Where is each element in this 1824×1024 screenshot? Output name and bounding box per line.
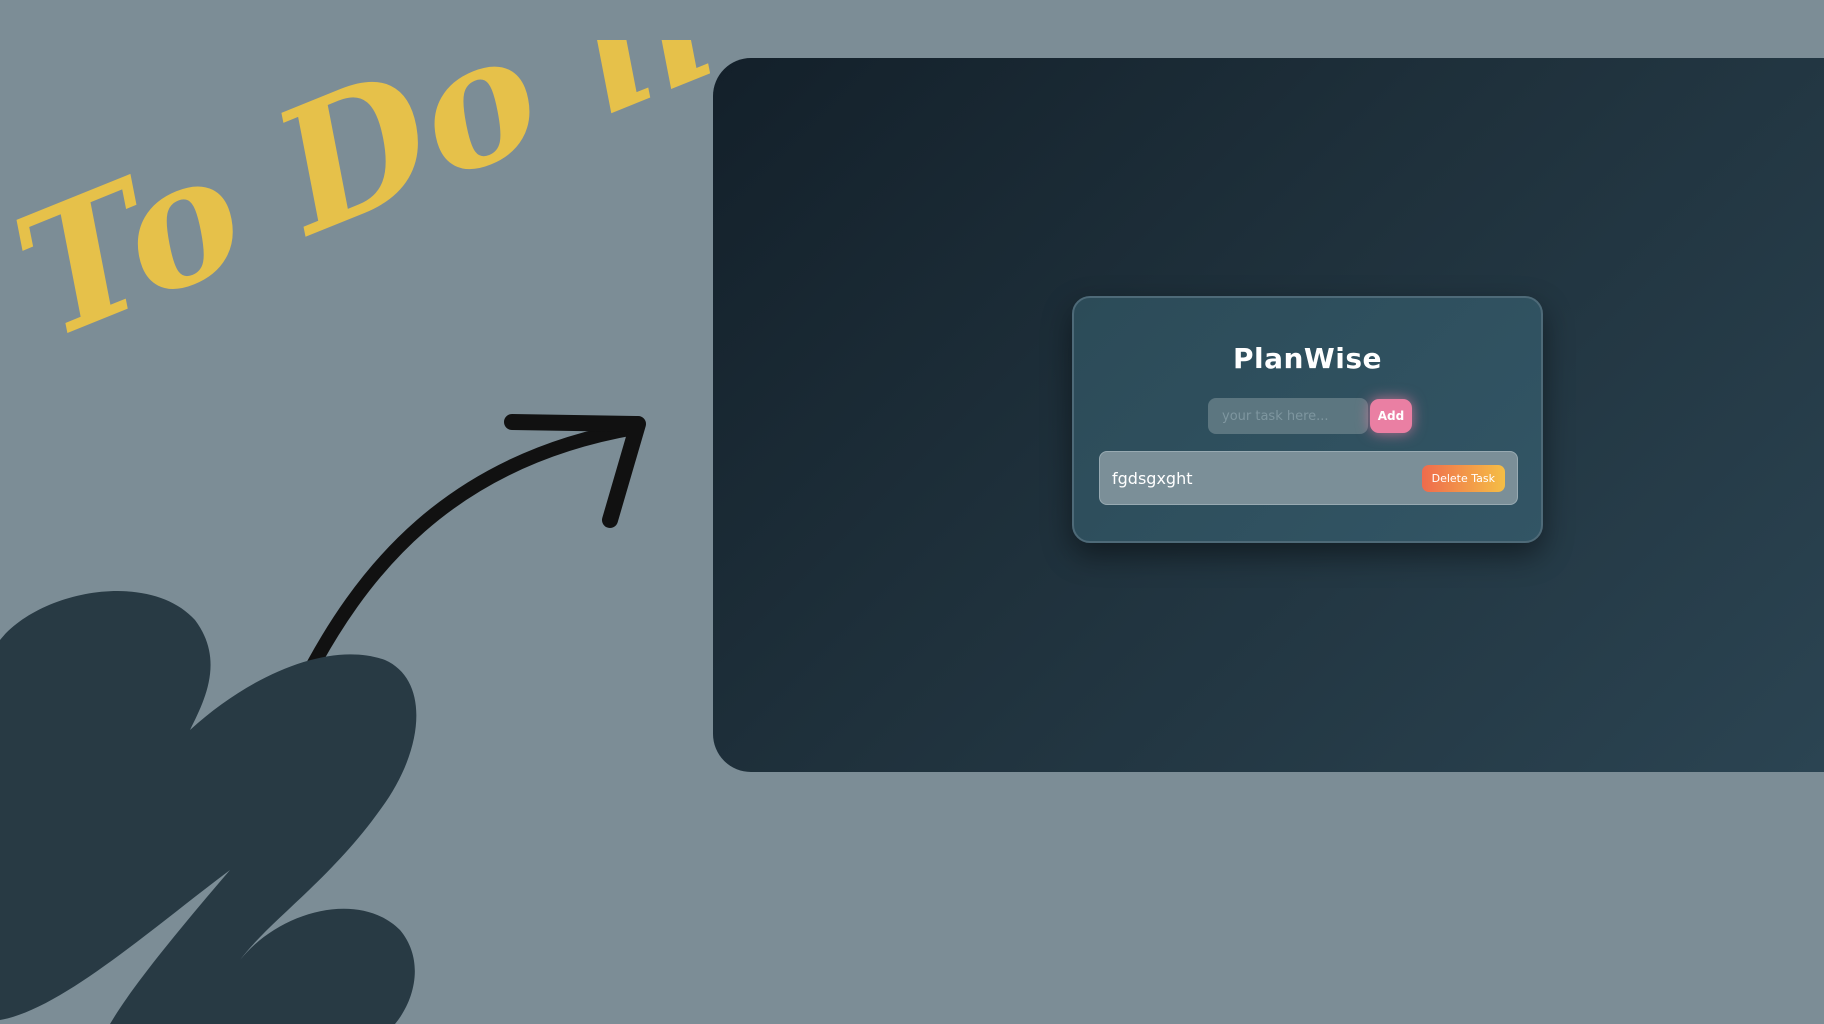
script-headline-text: To Do list xyxy=(10,40,710,378)
task-text: fgdsgxght xyxy=(1112,468,1193,488)
blob-decoration xyxy=(0,580,430,1024)
task-list: fgdsgxght Delete Task xyxy=(1099,451,1518,505)
task-input[interactable] xyxy=(1208,398,1368,434)
delete-task-button[interactable]: Delete Task xyxy=(1421,464,1505,492)
todo-card: PlanWise Add fgdsgxght Delete Task xyxy=(1072,296,1543,543)
canvas: To Do list PlanWise Add fgdsgxght Delete… xyxy=(0,0,1824,1024)
add-button[interactable]: Add xyxy=(1370,399,1412,433)
script-headline: To Do list xyxy=(10,40,710,380)
app-title: PlanWise xyxy=(1232,342,1383,375)
app-screen: PlanWise Add fgdsgxght Delete Task xyxy=(713,58,1824,772)
add-task-row: Add xyxy=(1208,398,1412,434)
task-item: fgdsgxght Delete Task xyxy=(1099,451,1518,505)
